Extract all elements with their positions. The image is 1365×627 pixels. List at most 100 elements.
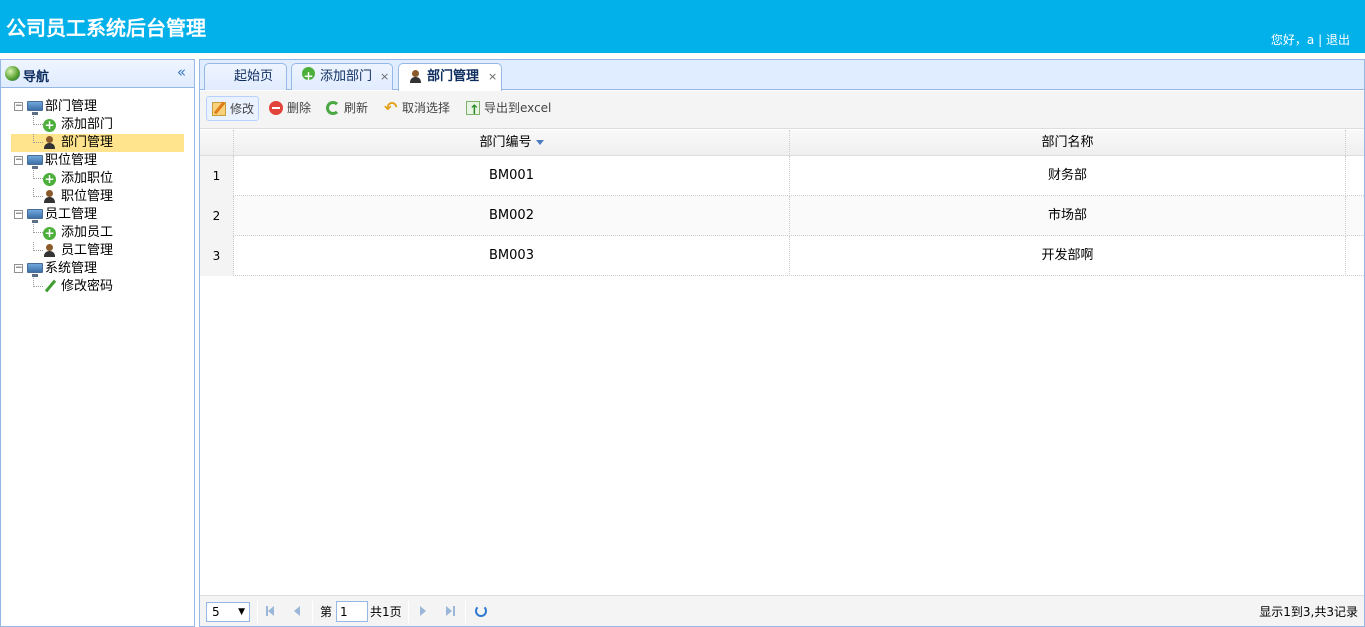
tree-node-label: 添加职位 xyxy=(61,171,114,186)
add-icon xyxy=(43,116,56,134)
export-icon xyxy=(466,98,480,123)
close-icon[interactable]: × xyxy=(488,64,497,89)
department-grid: 部门编号 部门名称 1 BM001 财务部 2 BM002 市场部 3 BM00… xyxy=(200,130,1364,276)
column-header-name[interactable]: 部门名称 xyxy=(790,130,1346,156)
user-icon xyxy=(43,190,56,204)
tree-node-label: 添加员工 xyxy=(61,225,114,240)
page-total: 共1页 xyxy=(370,605,402,619)
tree-node-system-mgmt[interactable]: − 系统管理 xyxy=(11,260,184,278)
collapse-toggle-icon[interactable]: − xyxy=(14,102,23,111)
collapse-toggle-icon[interactable]: − xyxy=(14,264,23,273)
add-icon xyxy=(43,224,56,242)
nav-tree: − 部门管理 添加部门 部门管理 − 职位管理 添加职位 职位管理 xyxy=(11,98,184,296)
tab-label: 部门管理 xyxy=(427,69,480,84)
delete-icon xyxy=(269,101,283,115)
user-bar-separator: | xyxy=(1318,33,1323,47)
user-icon xyxy=(43,136,56,150)
grid-pager: 5 ▼ 第 共1页 显示1到3,共3记录 xyxy=(200,595,1364,626)
cell-name: 开发部啊 xyxy=(790,236,1346,276)
tree-node-label: 部门管理 xyxy=(45,99,98,114)
tree-node-label: 员工管理 xyxy=(45,207,98,222)
tree-node-add-employee[interactable]: 添加员工 xyxy=(11,224,184,242)
user-icon xyxy=(43,244,56,258)
nav-panel: 导航 « − 部门管理 添加部门 部门管理 − 职位管理 添加职位 xyxy=(0,59,195,627)
computer-icon xyxy=(27,101,43,115)
row-number-header xyxy=(200,130,234,156)
cell-code: BM001 xyxy=(234,156,790,196)
cell-code: BM002 xyxy=(234,196,790,236)
tree-node-label: 部门管理 xyxy=(61,135,114,150)
prev-page-icon[interactable] xyxy=(290,604,304,618)
logout-link[interactable]: 退出 xyxy=(1326,33,1350,47)
undo-icon xyxy=(384,95,398,120)
tree-node-change-password[interactable]: 修改密码 xyxy=(11,278,184,296)
collapse-toggle-icon[interactable]: − xyxy=(14,210,23,219)
row-number: 2 xyxy=(200,196,234,236)
app-header: 公司员工系统后台管理 您好，a | 退出 xyxy=(0,0,1365,53)
main-panel: 起始页 添加部门 × 部门管理 × 修改 删除 刷新 取消选择 xyxy=(199,59,1365,627)
first-page-icon[interactable] xyxy=(264,604,278,618)
cell-name: 市场部 xyxy=(790,196,1346,236)
column-header-code[interactable]: 部门编号 xyxy=(234,130,790,156)
refresh-icon[interactable] xyxy=(475,605,487,617)
sort-desc-icon xyxy=(535,140,544,145)
tree-node-label: 员工管理 xyxy=(61,243,114,258)
pager-info: 显示1到3,共3记录 xyxy=(1259,605,1358,619)
tree-node-label: 职位管理 xyxy=(45,153,98,168)
export-excel-button[interactable]: 导出到excel xyxy=(464,96,554,123)
tree-node-label: 系统管理 xyxy=(45,261,98,276)
user-icon xyxy=(409,70,422,83)
tree-node-add-dept[interactable]: 添加部门 xyxy=(11,116,184,134)
pencil-icon xyxy=(43,280,57,294)
tree-node-position-list[interactable]: 职位管理 xyxy=(11,188,184,206)
tab-add-department[interactable]: 添加部门 × xyxy=(291,63,393,90)
greeting-text: 您好，a xyxy=(1270,33,1315,47)
tree-node-label: 修改密码 xyxy=(61,279,114,294)
globe-icon xyxy=(5,66,20,81)
nav-panel-header: 导航 « xyxy=(1,60,194,88)
table-row[interactable]: 1 BM001 财务部 xyxy=(200,156,1364,196)
edit-button[interactable]: 修改 xyxy=(206,96,259,121)
collapse-icon[interactable]: « xyxy=(177,63,186,81)
tab-home[interactable]: 起始页 xyxy=(204,63,287,90)
add-icon xyxy=(43,170,56,188)
table-row[interactable]: 2 BM002 市场部 xyxy=(200,196,1364,236)
refresh-button[interactable]: 刷新 xyxy=(324,96,374,121)
tree-node-dept-list[interactable]: 部门管理 xyxy=(11,134,184,152)
next-page-icon[interactable] xyxy=(417,604,431,618)
page-size-select[interactable]: 5 ▼ xyxy=(206,602,250,622)
tree-node-position-mgmt[interactable]: − 职位管理 xyxy=(11,152,184,170)
cell-code: BM003 xyxy=(234,236,790,276)
grid-toolbar: 修改 删除 刷新 取消选择 导出到excel xyxy=(200,91,1364,129)
close-icon[interactable]: × xyxy=(380,64,389,89)
cancel-selection-button[interactable]: 取消选择 xyxy=(382,95,454,121)
cell-name: 财务部 xyxy=(790,156,1346,196)
tree-node-add-position[interactable]: 添加职位 xyxy=(11,170,184,188)
nav-panel-title: 导航 xyxy=(23,70,50,85)
tab-label: 起始页 xyxy=(234,69,274,84)
row-number: 3 xyxy=(200,236,234,276)
tree-node-employee-mgmt[interactable]: − 员工管理 xyxy=(11,206,184,224)
tree-node-label: 添加部门 xyxy=(61,117,114,132)
add-icon xyxy=(302,64,315,89)
dropdown-arrow-icon: ▼ xyxy=(238,607,245,617)
delete-button[interactable]: 删除 xyxy=(266,96,316,121)
edit-icon xyxy=(212,102,226,116)
computer-icon xyxy=(27,263,43,277)
grid-header-row: 部门编号 部门名称 xyxy=(200,130,1364,156)
reload-icon xyxy=(326,101,340,115)
tree-node-employee-list[interactable]: 员工管理 xyxy=(11,242,184,260)
app-title: 公司员工系统后台管理 xyxy=(6,16,206,40)
table-row[interactable]: 3 BM003 开发部啊 xyxy=(200,236,1364,276)
tree-node-dept-mgmt[interactable]: − 部门管理 xyxy=(11,98,184,116)
last-page-icon[interactable] xyxy=(443,604,457,618)
collapse-toggle-icon[interactable]: − xyxy=(14,156,23,165)
page-number-input[interactable] xyxy=(336,601,368,622)
user-bar: 您好，a | 退出 xyxy=(1271,31,1350,48)
tab-bar: 起始页 添加部门 × 部门管理 × xyxy=(200,60,1364,91)
tab-department-management[interactable]: 部门管理 × xyxy=(398,63,502,91)
computer-icon xyxy=(27,209,43,223)
tab-label: 添加部门 xyxy=(320,69,373,84)
row-number: 1 xyxy=(200,156,234,196)
page-prefix: 第 xyxy=(320,605,333,619)
